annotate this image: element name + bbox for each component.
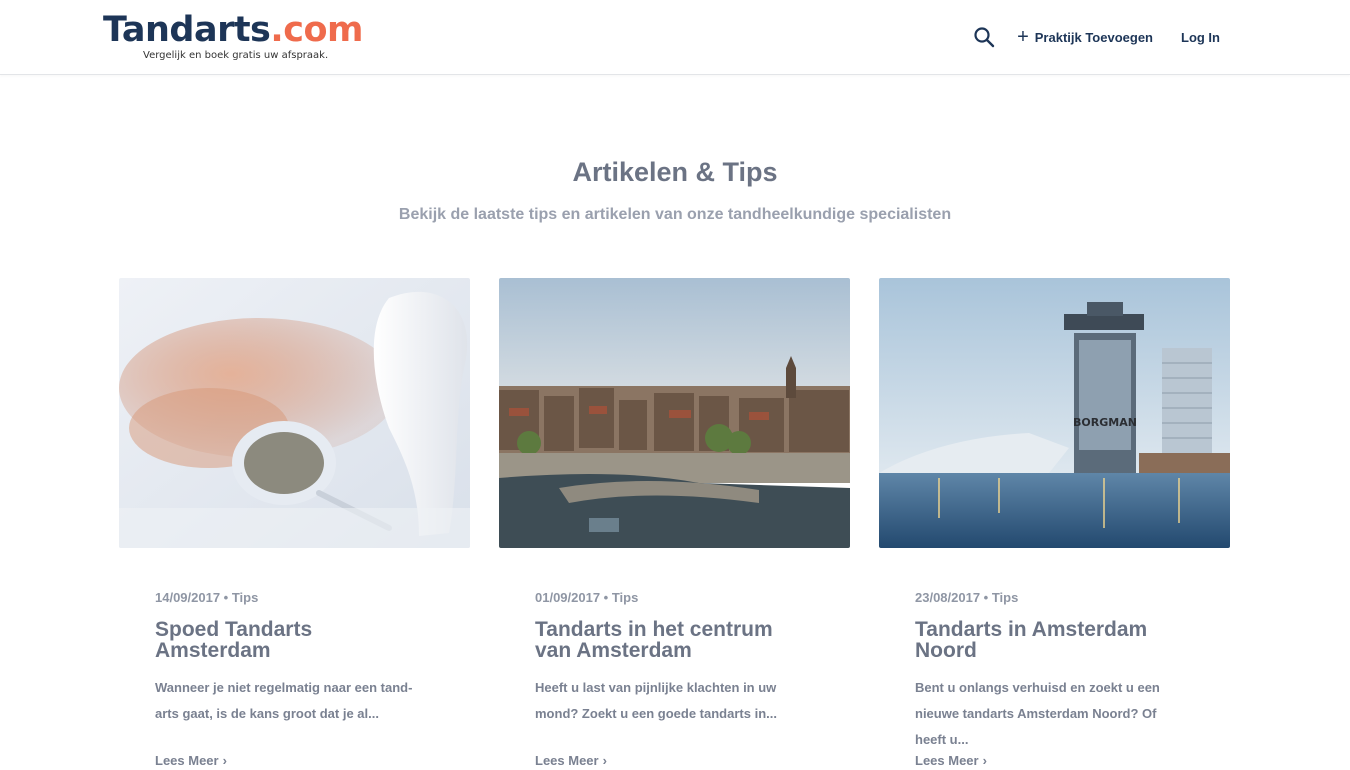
article-meta: 23/08/2017 • Tips [915,590,1019,605]
billboard-sign-text: BORGMAN [1073,416,1137,429]
read-more-link[interactable]: Lees Meer › [915,753,987,768]
chevron-right-icon: › [602,753,607,768]
logo-wordmark[interactable]: Tandarts.com [103,10,363,50]
article-image-city-center[interactable] [499,278,850,548]
article-title-line: van Amsterdam [535,639,692,662]
article-title-line: Tandarts in het centrum [535,618,773,641]
site-header: Tandarts.com Vergelijk en boek gratis uw… [0,0,1350,75]
read-more-label: Lees Meer [155,753,219,768]
section-subtitle: Bekijk de laatste tips en artikelen van … [398,206,952,223]
article-title[interactable]: Tandarts in het centrum van Amsterdam [535,619,814,661]
read-more-label: Lees Meer [915,753,979,768]
article-meta: 14/09/2017 • Tips [155,590,259,605]
article-excerpt: Bent u onlangs verhuisd en zoekt u een n… [915,675,1194,753]
chevron-right-icon: › [222,753,227,768]
article-excerpt-line: Heeft u last van pijnlijke klachten in u… [535,680,777,695]
logo-accent: .com [270,10,363,50]
chevron-right-icon: › [982,753,987,768]
article-excerpt: Wanneer je niet regelmatig naar een tand… [155,675,434,727]
add-practice-button[interactable]: + Praktijk Toevoegen [1017,27,1153,47]
article-excerpt-line: arts gaat, is de kans groot dat je al... [155,706,379,721]
article-card: 01/09/2017 • Tips Tandarts in het centru… [499,278,850,768]
article-title-line: Spoed Tandarts [155,618,313,641]
logo-main: Tandarts [103,10,271,50]
article-image-dental[interactable] [119,278,470,548]
article-title-line: Amsterdam [155,639,271,662]
article-excerpt-line: mond? Zoekt u een goede tandarts in... [535,706,777,721]
article-excerpt-line: heeft u... [915,732,969,747]
article-card: 14/09/2017 • Tips Spoed Tandarts Amsterd… [119,278,470,768]
article-excerpt-line: Wanneer je niet regelmatig naar een tand… [155,680,413,695]
article-title-line: Tandarts in Amsterdam [915,618,1148,641]
read-more-label: Lees Meer [535,753,599,768]
article-image-amsterdam-noord[interactable]: BORGMAN [879,278,1230,548]
logo-tagline: Vergelijk en boek gratis uw afspraak. [143,50,329,61]
read-more-link[interactable]: Lees Meer › [155,753,227,768]
article-title[interactable]: Tandarts in Amsterdam Noord [915,619,1194,661]
article-card: BORGMAN 23/08/2017 • Tips Tandarts in Am… [879,278,1230,768]
top-nav: + Praktijk Toevoegen Log In [973,24,1220,50]
article-excerpt-line: nieuwe tandarts Amsterdam Noord? Of [915,706,1157,721]
logo[interactable]: Tandarts.com Vergelijk en boek gratis uw… [103,10,363,61]
article-meta: 01/09/2017 • Tips [535,590,639,605]
login-link[interactable]: Log In [1181,30,1220,45]
read-more-link[interactable]: Lees Meer › [535,753,607,768]
section-title: Artikelen & Tips [572,157,778,187]
article-excerpt: Heeft u last van pijnlijke klachten in u… [535,675,814,727]
article-title[interactable]: Spoed Tandarts Amsterdam [155,619,434,661]
add-practice-label: Praktijk Toevoegen [1034,29,1153,45]
article-title-line: Noord [915,639,977,662]
plus-icon: + [1017,26,1029,48]
search-icon[interactable] [973,26,995,48]
article-excerpt-line: Bent u onlangs verhuisd en zoekt u een [915,680,1160,695]
